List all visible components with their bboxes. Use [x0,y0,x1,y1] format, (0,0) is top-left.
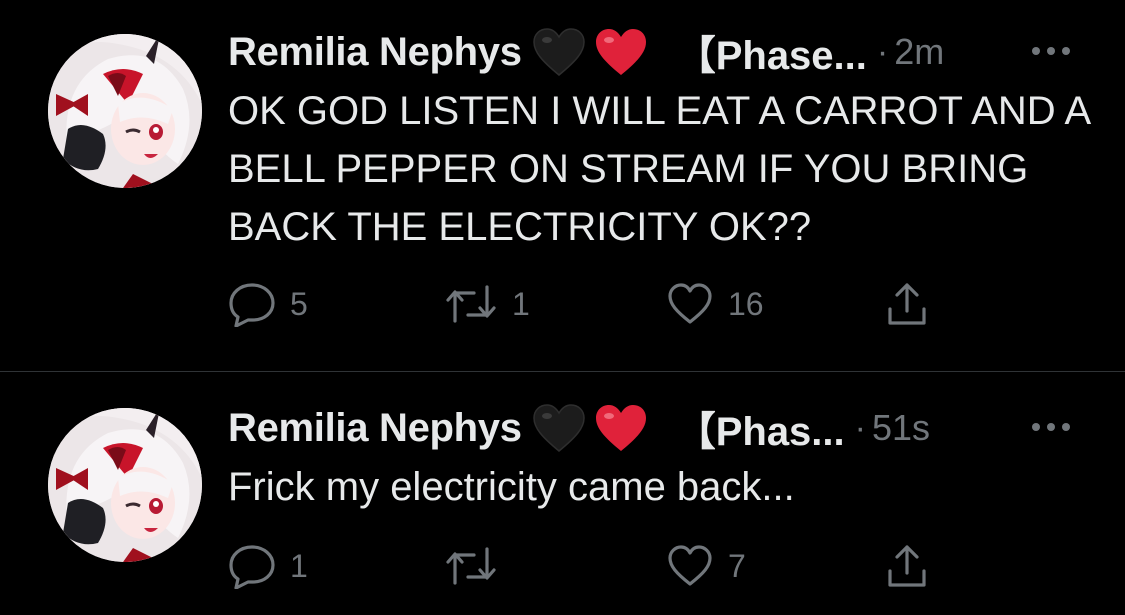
more-icon[interactable] [1030,420,1072,434]
red-heart-icon [594,27,648,77]
tweet[interactable]: Remilia Nephys 【Phas... · 51s Frick my e… [0,372,1125,615]
share-button[interactable] [885,543,929,589]
like-button[interactable]: 16 [666,281,764,327]
author-name[interactable]: Remilia Nephys [228,406,522,451]
separator-dot: · [854,408,866,447]
tweet-header: Remilia Nephys 【Phase... · 2m [228,24,944,80]
tweet-actions: 5 1 16 [228,281,948,327]
black-heart-icon [532,27,586,77]
reply-button[interactable]: 1 [228,543,308,589]
author-name[interactable]: Remilia Nephys [228,30,522,75]
share-icon [888,283,926,325]
more-icon[interactable] [1030,44,1072,58]
author-name-suffix[interactable]: 【Phas... [676,399,845,457]
retweet-button[interactable] [444,543,512,589]
black-heart-icon [532,403,586,453]
tweet-text: Frick my electricity came back... [228,465,795,509]
reply-count: 1 [290,547,308,584]
reply-count: 5 [290,285,308,322]
separator-dot: · [876,32,889,71]
share-icon [888,545,926,587]
reply-button[interactable]: 5 [228,281,308,327]
timestamp[interactable]: 51s [872,407,930,449]
retweet-count: 1 [512,285,530,322]
author-name-suffix[interactable]: 【Phase... [676,23,867,81]
retweet-icon [446,285,496,323]
like-button[interactable]: 7 [666,543,746,589]
red-heart-icon [594,403,648,453]
reply-icon [229,283,275,327]
like-icon [668,545,712,586]
tweet-actions: 1 7 [228,543,948,589]
timestamp[interactable]: 2m [894,31,944,73]
share-button[interactable] [885,281,929,327]
reply-icon [229,545,275,589]
tweet[interactable]: Remilia Nephys 【Phase... · 2m OK GOD LIS… [0,0,1125,371]
like-icon [668,283,712,324]
avatar[interactable] [48,408,202,562]
retweet-button[interactable]: 1 [444,281,530,327]
tweet-header: Remilia Nephys 【Phas... · 51s [228,400,930,456]
avatar[interactable] [48,34,202,188]
like-count: 7 [728,547,746,584]
like-count: 16 [728,285,764,322]
retweet-icon [446,547,496,585]
tweet-text: OK GOD LISTEN I WILL EAT A CARROT AND A … [228,89,1089,249]
